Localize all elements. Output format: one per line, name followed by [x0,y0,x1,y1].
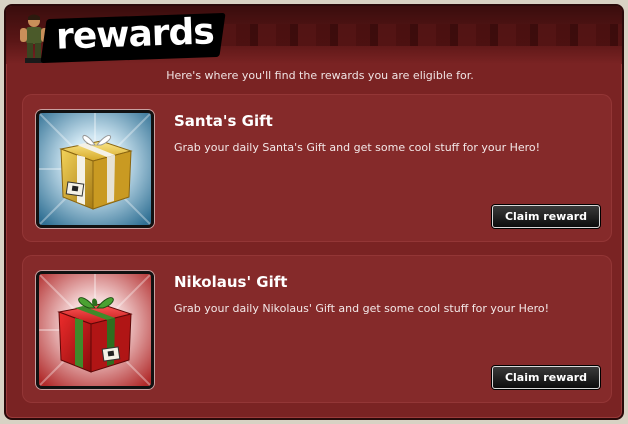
reward-description: Grab your daily Nikolaus' Gift and get s… [174,302,550,315]
page-subtitle: Here's where you'll find the rewards you… [166,69,474,82]
red-gift-box-icon [36,271,154,389]
claim-reward-button[interactable]: Claim reward [492,366,600,389]
reward-description: Grab your daily Santa's Gift and get som… [174,141,541,154]
gold-gift-box-icon [36,110,154,228]
reward-card-santas-gift: Santa's Gift Grab your daily Santa's Gif… [22,94,612,242]
reward-title: Santa's Gift [174,112,273,130]
claim-reward-button[interactable]: Claim reward [492,205,600,228]
page-title: rewards [55,11,215,58]
reward-card-nikolaus-gift: Nikolaus' Gift Grab your daily Nikolaus'… [22,255,612,403]
rewards-panel: rewards Here's where you'll find the rew… [4,4,624,420]
reward-title: Nikolaus' Gift [174,273,288,291]
